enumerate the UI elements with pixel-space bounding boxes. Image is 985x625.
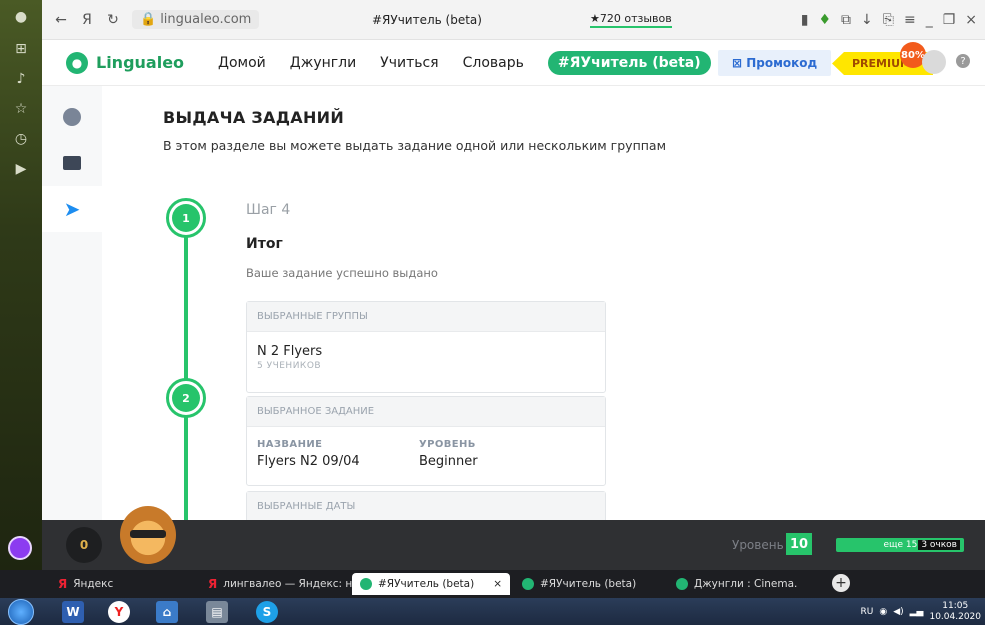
help-icon[interactable]: ?	[956, 54, 970, 68]
tableau-icon[interactable]: ⊞	[0, 34, 42, 64]
printer-icon[interactable]: ▤	[206, 601, 228, 623]
level-label: Уровень	[732, 538, 784, 552]
materials-nav-item[interactable]	[42, 140, 102, 186]
groups-card-header: ВЫБРАННЫЕ ГРУППЫ	[247, 302, 605, 332]
clock[interactable]: 11:05 10.04.2020	[929, 601, 981, 623]
download-icon[interactable]: ↓	[861, 12, 873, 28]
tab-search[interactable]: Ялингвалео — Яндекс: наш	[200, 573, 376, 595]
nav-learn[interactable]: Учиться	[380, 55, 438, 71]
task-level-value: Beginner	[419, 454, 478, 469]
tab-yandex[interactable]: Я Яндекс	[50, 573, 121, 595]
tab-teacher[interactable]: #ЯУчитель (beta)	[514, 573, 644, 595]
reviews-badge[interactable]: ★720 отзывов	[590, 12, 672, 28]
bookmark-icon[interactable]: ▮	[801, 12, 809, 28]
lingualeo-tab-icon	[360, 578, 372, 590]
task-name-label: НАЗВАНИЕ	[257, 439, 323, 450]
main-nav: Домой Джунгли Учиться Словарь #ЯУчитель …	[218, 50, 711, 75]
tab-teacher-active[interactable]: #ЯУчитель (beta) ×	[352, 573, 510, 595]
windows-taskbar: W Y ⌂ ▤ S RU ◉ ◀) ▂▄ 11:05 10.04.2020	[0, 598, 985, 625]
yandex-icon: Я	[208, 577, 218, 591]
dates-card-header: ВЫБРАННЫЕ ДАТЫ	[247, 492, 605, 520]
lock-icon: 🔒	[140, 12, 157, 27]
task-card: ВЫБРАННОЕ ЗАДАНИЕ НАЗВАНИЕ Flyers N2 09/…	[246, 396, 606, 486]
site-header: ● Lingualeo Домой Джунгли Учиться Словар…	[42, 40, 985, 86]
profile-icon[interactable]: ●	[0, 0, 42, 34]
success-message: Ваше задание успешно выдано	[246, 266, 438, 280]
promo-button[interactable]: ⊠ Промокод	[718, 50, 832, 76]
collections-icon[interactable]: ⎘	[883, 12, 894, 28]
url-text: lingualeo.com	[160, 12, 252, 27]
start-button[interactable]	[8, 599, 34, 625]
dates-card: ВЫБРАННЫЕ ДАТЫ	[246, 491, 606, 520]
groups-card: ВЫБРАННЫЕ ГРУППЫ N 2 Flyers 5 УЧЕНИКОВ	[246, 301, 606, 393]
protect-icon[interactable]: ♦	[818, 12, 831, 28]
yandex-icon: Я	[58, 577, 68, 591]
nav-jungle[interactable]: Джунгли	[290, 55, 356, 71]
task-card-header: ВЫБРАННОЕ ЗАДАНИЕ	[247, 397, 605, 427]
step-1-indicator[interactable]: 1	[166, 198, 206, 238]
logo[interactable]: ● Lingualeo	[66, 51, 184, 74]
close-tab-icon[interactable]: ×	[493, 578, 502, 590]
task-name-value: Flyers N2 09/04	[257, 454, 360, 469]
avatar[interactable]	[922, 50, 946, 74]
notifications-icon[interactable]: ♪	[0, 64, 42, 94]
task-level-label: УРОВЕНЬ	[419, 439, 476, 450]
page-title-bar: #ЯУчитель (beta)	[372, 12, 482, 27]
new-tab-button[interactable]: +	[832, 574, 850, 592]
yandex-browser-icon[interactable]: Y	[108, 601, 130, 623]
nav-home[interactable]: Домой	[218, 55, 266, 71]
points-progress: еще 15 3 очков	[836, 538, 964, 552]
skype-icon[interactable]: S	[256, 601, 278, 623]
close-icon[interactable]: ×	[965, 12, 977, 28]
meatballs-counter[interactable]: 0	[66, 527, 102, 563]
level-badge: 10	[786, 533, 812, 555]
browser-tabs: Я Яндекс Ялингвалео — Яндекс: наш #ЯУчите…	[0, 570, 985, 598]
group-count: 5 УЧЕНИКОВ	[257, 361, 322, 371]
word-icon[interactable]: W	[62, 601, 84, 623]
system-tray: RU ◉ ◀) ▂▄ 11:05 10.04.2020	[860, 601, 981, 623]
groups-icon	[63, 108, 81, 126]
game-status-bar: 0 Уровень 10 еще 15 3 очков	[42, 506, 985, 570]
network-icon[interactable]: ⌂	[156, 601, 178, 623]
folder-icon	[63, 156, 81, 170]
nav-teacher[interactable]: #ЯУчитель (beta)	[547, 50, 711, 75]
history-icon[interactable]: ◷	[0, 124, 42, 154]
back-icon[interactable]: ←	[48, 12, 74, 28]
page-title: ВЫДАЧА ЗАДАНИЙ	[163, 108, 345, 127]
bookmarks-icon[interactable]: ☆	[0, 94, 42, 124]
alice-icon[interactable]	[8, 536, 32, 560]
language-indicator[interactable]: RU	[860, 607, 873, 617]
teacher-sidebar: ➤	[42, 86, 102, 520]
page-subtitle: В этом разделе вы можете выдать задание …	[163, 138, 667, 153]
browser-sidebar: ● ⊞ ♪ ☆ ◷ ▶	[0, 0, 42, 570]
step-2-indicator[interactable]: 2	[166, 378, 206, 418]
volume-icon[interactable]: ◀)	[893, 607, 903, 617]
minimize-icon[interactable]: _	[926, 12, 933, 28]
extension-icon[interactable]: ⧉	[841, 12, 851, 28]
send-icon: ➤	[63, 197, 81, 221]
help-tray-icon[interactable]: ◉	[879, 607, 887, 617]
assign-nav-item[interactable]: ➤	[42, 186, 102, 232]
leo-mascot-icon[interactable]	[120, 506, 176, 564]
menu-icon[interactable]: ≡	[904, 12, 916, 28]
lingualeo-tab-icon	[522, 578, 534, 590]
group-name: N 2 Flyers	[257, 344, 323, 359]
tab-jungle[interactable]: Джунгли : Cinema.	[668, 573, 805, 595]
groups-nav-item[interactable]	[42, 94, 102, 140]
lingualeo-tab-icon	[676, 578, 688, 590]
signal-icon[interactable]: ▂▄	[910, 607, 924, 617]
yandex-home-icon[interactable]: Я	[74, 12, 100, 28]
address-bar[interactable]: 🔒 lingualeo.com	[132, 10, 260, 29]
lingualeo-paw-icon: ●	[66, 51, 88, 74]
browser-toolbar: ← Я ↻ 🔒 lingualeo.com #ЯУчитель (beta) ★…	[42, 0, 985, 40]
main-content: ВЫДАЧА ЗАДАНИЙ В этом разделе вы можете …	[163, 86, 963, 520]
reload-icon[interactable]: ↻	[100, 12, 126, 28]
nav-dictionary[interactable]: Словарь	[463, 55, 524, 71]
result-heading: Итог	[246, 236, 283, 252]
play-icon[interactable]: ▶	[0, 154, 42, 184]
promo-code-icon: ⊠	[732, 56, 747, 70]
step-label: Шаг 4	[246, 202, 291, 218]
steps-timeline	[184, 216, 188, 520]
restore-icon[interactable]: ❐	[943, 12, 956, 28]
